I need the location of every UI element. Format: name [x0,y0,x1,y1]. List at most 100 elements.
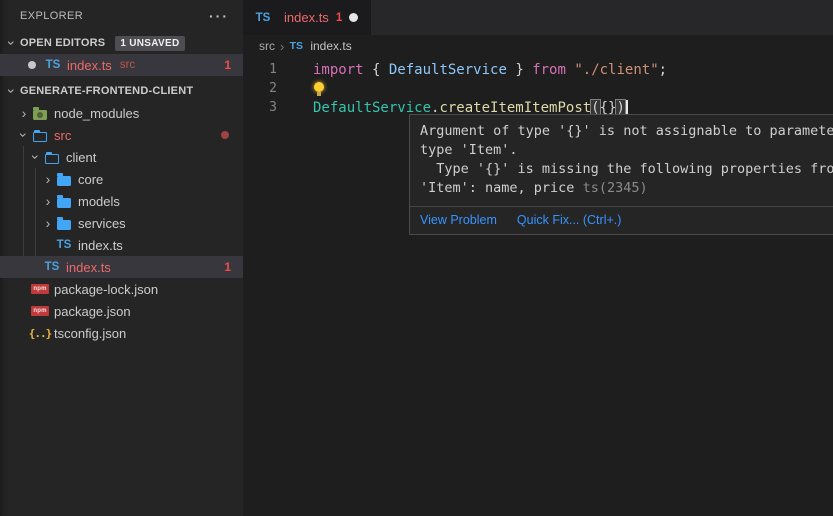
chevron-down-icon[interactable]: › [17,127,31,143]
project-section-header[interactable]: › GENERATE-FRONTEND-CLIENT [0,80,243,102]
tree-item-client[interactable]: › client [0,146,243,168]
icon-box: npm [32,281,48,297]
code-area[interactable]: 1 import { DefaultService } from "./clien… [243,57,833,117]
typescript-icon: TS [45,261,60,273]
error-hover-tooltip: Argument of type '{}' is not assignable … [409,114,833,235]
chevron-right-icon[interactable]: › [40,194,56,208]
code-text[interactable]: import { DefaultService } from "./client… [313,62,667,78]
code-line-2: 2 [243,79,833,98]
chevron-down-icon[interactable]: › [29,149,43,165]
unsaved-badge: 1 UNSAVED [115,36,184,51]
tab-bar: TS index.ts 1 [243,0,833,35]
code-token: { [364,62,389,78]
folder-open-icon [45,154,59,164]
error-message-line: type 'Item'. [420,141,833,160]
folder-icon [57,198,71,208]
tree-item-label: models [78,194,120,209]
chevron-down-icon[interactable]: › [5,35,19,51]
typescript-icon: TS [46,59,61,71]
code-text[interactable] [313,81,325,96]
tree-item-index.ts[interactable]: ›TSindex.ts1 [0,256,243,278]
typescript-icon: TS [57,239,72,251]
code-token: "./client" [574,62,658,78]
tree-item-label: index.ts [66,260,111,275]
explorer-title: EXPLORER [20,10,83,22]
unsaved-dot-icon[interactable] [349,13,358,22]
folder-open-icon [33,132,47,142]
error-text: Type '{}' is missing the following prope… [420,161,833,177]
tooltip-actions: View Problem Quick Fix... (Ctrl+.) [410,206,833,234]
icon-box [32,127,48,143]
folder-icon [57,176,71,186]
tree-item-label: package-lock.json [54,282,158,297]
line-number: 3 [243,100,277,115]
error-text: Argument of type '{}' is not assignable … [420,123,833,139]
tree-item-label: tsconfig.json [54,326,126,341]
tooltip-action-quick[interactable]: Quick Fix... (Ctrl+.) [517,213,622,227]
icon-box [56,171,72,187]
open-editor-item[interactable]: TSindex.tssrc1 [0,54,243,76]
tab-index-ts[interactable]: TS index.ts 1 [243,0,371,35]
tree-item-label: services [78,216,126,231]
tree-item-package.json[interactable]: ›npmpackage.json [0,300,243,322]
open-editors-label: OPEN EDITORS [20,37,105,49]
typescript-icon: TS [256,12,271,24]
tree-item-src[interactable]: › src [0,124,243,146]
folder-icon [57,220,71,230]
breadcrumb-folder[interactable]: src [259,39,275,53]
open-editors-section-header[interactable]: › OPEN EDITORS 1 UNSAVED [0,32,243,54]
error-count-badge: 1 [224,260,231,274]
chevron-right-icon[interactable]: › [16,106,32,120]
chevron-right-icon[interactable]: › [40,172,56,186]
tree-item-label: client [66,150,96,165]
editor-pane: TS index.ts 1 src › TS index.ts 1import … [243,0,833,516]
chevron-right-icon[interactable]: › [40,216,56,230]
tree-item-index.ts[interactable]: ›TSindex.ts [0,234,243,256]
icon-box: TS [44,259,60,275]
tree-item-package-lock.json[interactable]: ›npmpackage-lock.json [0,278,243,300]
code-token [566,62,574,78]
npm-icon: npm [31,306,48,316]
error-text: type 'Item'. [420,142,518,158]
more-actions-icon[interactable]: ··· [209,8,229,24]
code-token: DefaultService [389,62,507,78]
lightbulb-icon[interactable] [313,81,325,96]
error-message-line: 'Item': name, price ts(2345) [420,179,833,198]
tree-item-tsconfig.json[interactable]: ›{..}tsconfig.json [0,322,243,344]
icon-box [56,215,72,231]
file-tree: › node_modules › src › client › core › models › ser… [0,102,243,344]
icon-box: TS [45,57,61,73]
tab-error-count: 1 [336,12,342,24]
line-number: 2 [243,81,277,96]
error-dot-icon [221,131,229,139]
breadcrumb-file[interactable]: index.ts [310,39,351,53]
code-token: import [313,62,364,78]
tree-item-label: node_modules [54,106,139,121]
icon-box: TS [56,237,72,253]
icon-box: npm [32,303,48,319]
tree-item-label: src [54,128,71,143]
tree-item-node_modules[interactable]: › node_modules [0,102,243,124]
error-message-line: Argument of type '{}' is not assignable … [420,122,833,141]
json-braces-icon: {..} [29,327,52,340]
tree-item-services[interactable]: › services [0,212,243,234]
project-name-label: GENERATE-FRONTEND-CLIENT [20,85,193,97]
icon-box [56,193,72,209]
icon-box [32,105,48,121]
typescript-icon: TS [290,40,303,52]
icon-box: {..} [32,325,48,341]
code-token: ; [659,62,667,78]
file-label: index.ts [67,58,112,73]
error-count-badge: 1 [224,58,231,72]
tree-item-models[interactable]: › models [0,190,243,212]
tooltip-action-view[interactable]: View Problem [420,213,497,227]
tree-item-label: package.json [54,304,131,319]
line-number: 1 [243,62,277,77]
chevron-down-icon[interactable]: › [5,83,19,99]
tree-item-core[interactable]: › core [0,168,243,190]
npm-icon: npm [31,284,48,294]
code-token: } [507,62,532,78]
icon-box [44,149,60,165]
tree-item-label: core [78,172,103,187]
error-message: Argument of type '{}' is not assignable … [410,115,833,206]
